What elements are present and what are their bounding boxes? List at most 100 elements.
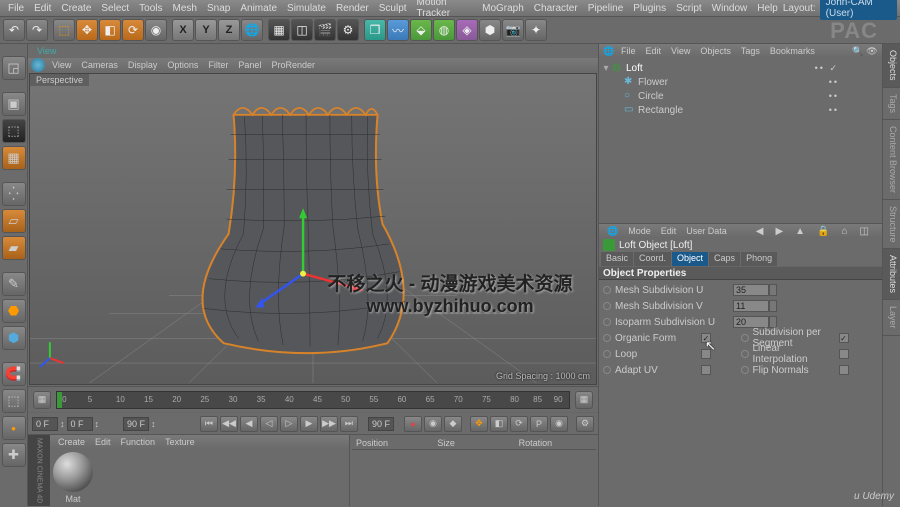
- y-axis-toggle[interactable]: Y: [195, 19, 217, 41]
- snap-3d-button[interactable]: ⬚: [2, 389, 26, 413]
- visibility-dots[interactable]: ••: [829, 77, 879, 87]
- live-select-tool[interactable]: ⬚: [53, 19, 75, 41]
- key-opts-button[interactable]: ⚙: [576, 416, 594, 432]
- attr-menu-userdata[interactable]: User Data: [681, 226, 732, 236]
- keyframe-dot[interactable]: [603, 318, 611, 326]
- timeline-settings-button[interactable]: ▦: [575, 391, 593, 409]
- adapt-checkbox[interactable]: [701, 365, 711, 375]
- undo-button[interactable]: ↶: [3, 19, 25, 41]
- render-pv-button[interactable]: 🎬: [314, 19, 336, 41]
- view-menu-options[interactable]: Options: [162, 60, 203, 70]
- om-search-icon[interactable]: 🔍: [851, 45, 865, 57]
- move-tool[interactable]: ✥: [76, 19, 98, 41]
- tree-row-flower[interactable]: ✱ Flower ••: [602, 75, 879, 89]
- keyframe-dot[interactable]: [741, 366, 749, 374]
- menu-create[interactable]: Create: [56, 3, 96, 14]
- tree-row-circle[interactable]: ○ Circle ••: [602, 89, 879, 103]
- menu-plugins[interactable]: Plugins: [628, 3, 671, 14]
- organic-checkbox[interactable]: ✓: [701, 333, 711, 343]
- z-axis-toggle[interactable]: Z: [218, 19, 240, 41]
- subdiv-seg-checkbox[interactable]: ✓: [839, 333, 849, 343]
- om-menu-bookmarks[interactable]: Bookmarks: [765, 46, 820, 56]
- start-frame-field[interactable]: 0 F: [32, 417, 58, 431]
- menu-sculpt[interactable]: Sculpt: [374, 3, 412, 14]
- menu-file[interactable]: File: [3, 3, 29, 14]
- keyframe-button[interactable]: ◆: [444, 416, 462, 432]
- workplane-button[interactable]: ▦: [2, 146, 26, 170]
- mesh-u-input[interactable]: [733, 284, 769, 296]
- render-region-button[interactable]: ◫: [291, 19, 313, 41]
- goto-end-button[interactable]: ⏭: [340, 416, 358, 432]
- keyframe-dot[interactable]: [603, 286, 611, 294]
- x-axis-toggle[interactable]: X: [172, 19, 194, 41]
- side-tab-structure[interactable]: Structure: [883, 200, 900, 250]
- menu-mograph[interactable]: MoGraph: [477, 3, 529, 14]
- view-menu-view[interactable]: View: [47, 60, 76, 70]
- side-tab-attributes[interactable]: Attributes: [883, 249, 900, 300]
- timeline-sound-button[interactable]: ▦: [33, 391, 51, 409]
- spinner[interactable]: [769, 284, 777, 296]
- menu-snap[interactable]: Snap: [202, 3, 235, 14]
- total-frames-field[interactable]: 90 F: [368, 417, 394, 431]
- om-menu-view[interactable]: View: [666, 46, 695, 56]
- om-menu-objects[interactable]: Objects: [695, 46, 736, 56]
- points-mode-button[interactable]: ⁛: [2, 182, 26, 206]
- attr-tab-phong[interactable]: Phong: [741, 252, 777, 266]
- attr-new-icon[interactable]: ◫: [855, 226, 874, 237]
- attr-tab-basic[interactable]: Basic: [601, 252, 633, 266]
- linear-checkbox[interactable]: [839, 349, 849, 359]
- attr-nav-fwd-icon[interactable]: ▶: [770, 226, 788, 237]
- add-nurbs-button[interactable]: ◍: [433, 19, 455, 41]
- add-environment-button[interactable]: ⬢: [479, 19, 501, 41]
- add-spline-button[interactable]: 〰: [387, 19, 409, 41]
- visibility-dots[interactable]: •• ✓: [815, 63, 879, 74]
- tree-expand-icon[interactable]: ▾: [602, 63, 610, 74]
- side-tab-layer[interactable]: Layer: [883, 300, 900, 336]
- mat-menu-create[interactable]: Create: [53, 437, 90, 447]
- keyframe-dot[interactable]: [741, 334, 749, 342]
- menu-pipeline[interactable]: Pipeline: [583, 3, 629, 14]
- add-deformer-button[interactable]: ◈: [456, 19, 478, 41]
- attr-tab-object[interactable]: Object: [672, 252, 708, 266]
- side-tab-content-browser[interactable]: Content Browser: [883, 120, 900, 200]
- menu-window[interactable]: Window: [707, 3, 753, 14]
- key-pla-button[interactable]: ◉: [550, 416, 568, 432]
- attr-lock-icon[interactable]: 🔒: [812, 226, 834, 237]
- mesh-v-input[interactable]: [733, 300, 769, 312]
- polygons-mode-button[interactable]: ▰: [2, 236, 26, 260]
- menu-select[interactable]: Select: [96, 3, 134, 14]
- material-item[interactable]: Mat: [53, 452, 93, 504]
- key-param-button[interactable]: P: [530, 416, 548, 432]
- add-light-button[interactable]: ✦: [525, 19, 547, 41]
- last-tool[interactable]: ◉: [145, 19, 167, 41]
- om-menu-edit[interactable]: Edit: [641, 46, 667, 56]
- attr-menu-mode[interactable]: Mode: [623, 226, 656, 236]
- texture-mode-button[interactable]: ⬚: [2, 119, 26, 143]
- next-frame-button[interactable]: ▶: [300, 416, 318, 432]
- edges-mode-button[interactable]: ▱: [2, 209, 26, 233]
- prev-frame-button[interactable]: ◀: [240, 416, 258, 432]
- menu-tools[interactable]: Tools: [134, 3, 167, 14]
- visibility-dots[interactable]: ••: [829, 105, 879, 115]
- loop-checkbox[interactable]: [701, 349, 711, 359]
- side-tab-tags[interactable]: Tags: [883, 88, 900, 120]
- render-settings-button[interactable]: ⚙: [337, 19, 359, 41]
- add-generator-button[interactable]: ⬙: [410, 19, 432, 41]
- side-tab-objects[interactable]: Objects: [883, 44, 900, 88]
- layout-dropdown[interactable]: John-CAM (User): [820, 0, 897, 20]
- menu-help[interactable]: Help: [752, 3, 783, 14]
- rotate-tool[interactable]: ⟳: [122, 19, 144, 41]
- view-menu-display[interactable]: Display: [123, 60, 163, 70]
- menu-edit[interactable]: Edit: [29, 3, 56, 14]
- coord-system[interactable]: 🌐: [241, 19, 263, 41]
- object-manager-tree[interactable]: ▾ ◍ Loft •• ✓ ✱ Flower •• ○ Circle ••: [599, 58, 882, 223]
- attr-nav-up-icon[interactable]: ▲: [790, 226, 810, 237]
- play-forward-button[interactable]: ▷: [280, 416, 298, 432]
- keyframe-dot[interactable]: [603, 334, 611, 342]
- menu-script[interactable]: Script: [671, 3, 707, 14]
- menu-character[interactable]: Character: [529, 3, 583, 14]
- om-menu-tags[interactable]: Tags: [736, 46, 765, 56]
- timeline-ruler[interactable]: 0 5 10 15 20 25 30 35 40 45 50 55 60 65 …: [56, 391, 570, 409]
- add-cube-button[interactable]: ❒: [364, 19, 386, 41]
- menu-render[interactable]: Render: [331, 3, 374, 14]
